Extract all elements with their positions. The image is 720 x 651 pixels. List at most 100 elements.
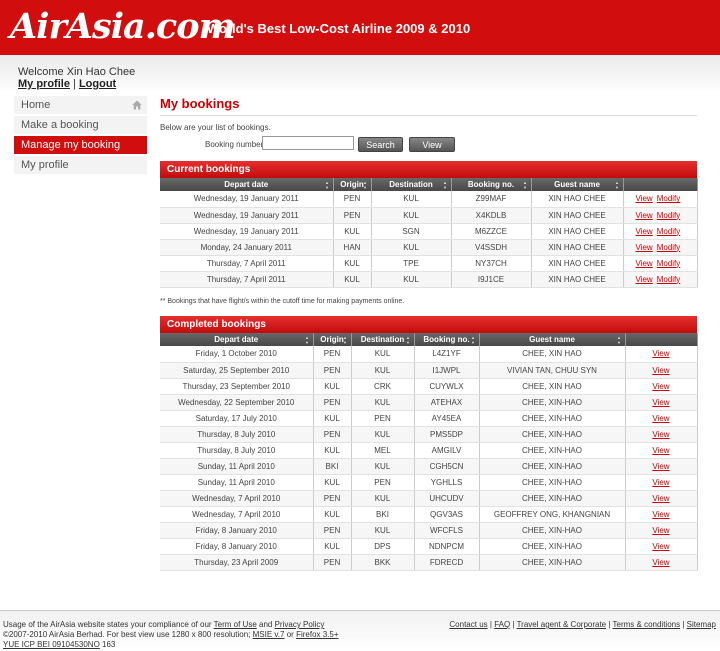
booking-number-cell: Z99MAF <box>451 191 532 208</box>
sort-arrows-icon[interactable]: ▲▼ <box>363 180 368 190</box>
column-header[interactable]: Guest name ▲▼ <box>479 333 626 346</box>
view-link[interactable]: View <box>636 243 653 252</box>
origin-cell: PEN <box>313 554 352 571</box>
sort-arrows-icon[interactable]: ▲▼ <box>443 180 448 190</box>
booking-number-cell: NY37CH <box>451 255 532 272</box>
search-button[interactable]: Search <box>358 137 403 152</box>
view-link[interactable]: View <box>652 398 669 407</box>
firefox-link[interactable]: Firefox 3.5+ <box>296 630 338 639</box>
footer-link-terms[interactable]: Terms & conditions <box>613 620 681 629</box>
booking-number-cell: QGV3AS <box>414 506 480 523</box>
table-row: Wednesday, 22 September 2010 PEN KUL ATEHAX… <box>160 394 698 411</box>
footer-legal: Usage of the AirAsia website states your… <box>3 620 339 650</box>
view-link[interactable]: View <box>636 211 653 220</box>
view-link[interactable]: View <box>652 510 669 519</box>
column-header <box>623 178 698 191</box>
view-link[interactable]: View <box>652 430 669 439</box>
column-header[interactable]: Depart date ▲▼ <box>160 178 334 191</box>
column-header[interactable]: Destination ▲▼ <box>371 178 452 191</box>
sort-arrows-icon[interactable]: ▲▼ <box>305 335 310 345</box>
view-link[interactable]: View <box>636 259 653 268</box>
view-link[interactable]: View <box>652 494 669 503</box>
sort-arrows-icon[interactable]: ▲▼ <box>471 335 476 345</box>
destination-cell: PEN <box>351 410 415 427</box>
sidebar-item-my-profile[interactable]: My profile <box>14 156 147 175</box>
view-link[interactable]: View <box>652 382 669 391</box>
view-link[interactable]: View <box>652 366 669 375</box>
airasia-logo[interactable]: AirAsia.com <box>10 6 236 47</box>
modify-link[interactable]: Modify <box>657 259 681 268</box>
sidebar-item-home[interactable]: Home <box>14 96 147 115</box>
view-link[interactable]: View <box>652 542 669 551</box>
footer-link-sitemap[interactable]: Sitemap <box>687 620 716 629</box>
sidebar-item-make-booking[interactable]: Make a booking <box>14 116 147 135</box>
header-tagline: World's Best Low-Cost Airline 2009 & 201… <box>207 21 471 36</box>
sidebar-item-manage-booking[interactable]: Manage my booking <box>14 136 147 155</box>
view-all-button[interactable]: View All <box>409 137 455 165</box>
modify-link[interactable]: Modify <box>657 275 681 284</box>
sort-arrows-icon[interactable]: ▲▼ <box>617 335 622 345</box>
column-header[interactable]: Guest name ▲▼ <box>531 178 624 191</box>
view-link[interactable]: View <box>652 446 669 455</box>
modify-link[interactable]: Modify <box>657 227 681 236</box>
view-link[interactable]: View <box>652 349 669 358</box>
icp-link[interactable]: YUE ICP BEI 09104530NO <box>3 640 100 649</box>
booking-number-cell: M6ZZCE <box>451 223 532 240</box>
sort-arrows-icon[interactable]: ▲▼ <box>343 335 348 345</box>
msie-link[interactable]: MSIE v.7 <box>253 630 285 639</box>
booking-number-cell: FDRECD <box>414 554 480 571</box>
my-profile-link[interactable]: My profile <box>18 78 70 90</box>
terms-of-use-link[interactable]: Term of Use <box>214 620 257 629</box>
booking-number-input[interactable] <box>262 136 354 150</box>
sort-arrows-icon[interactable]: ▲▼ <box>325 180 330 190</box>
view-link[interactable]: View <box>652 478 669 487</box>
table-row: Saturday, 17 July 2010 KUL PEN AY45EA CHEE, … <box>160 410 698 427</box>
column-header[interactable]: Booking no. ▲▼ <box>451 178 532 191</box>
view-link[interactable]: View <box>652 558 669 567</box>
privacy-policy-link[interactable]: Privacy Policy <box>275 620 325 629</box>
column-header-label: Depart date <box>224 180 269 189</box>
footer-compliance-text: Usage of the AirAsia website states your… <box>3 620 212 629</box>
guest-name-cell: CHEE, XIN-HAO <box>479 490 626 507</box>
column-header[interactable]: Booking no. ▲▼ <box>414 333 480 346</box>
footer-and-text: and <box>259 620 273 629</box>
column-header-label: Destination <box>389 180 433 189</box>
view-link[interactable]: View <box>652 414 669 423</box>
depart-date-cell: Monday, 24 January 2011 <box>160 239 334 256</box>
destination-cell: KUL <box>351 426 415 443</box>
modify-link[interactable]: Modify <box>657 243 681 252</box>
destination-cell: KUL <box>371 271 452 288</box>
sort-arrows-icon[interactable]: ▲▼ <box>406 335 411 345</box>
origin-cell: PEN <box>333 191 372 208</box>
booking-number-cell: YGHLLS <box>414 474 480 491</box>
modify-link[interactable]: Modify <box>657 194 681 203</box>
origin-cell: PEN <box>313 522 352 539</box>
modify-link[interactable]: Modify <box>657 211 681 220</box>
view-link[interactable]: View <box>636 194 653 203</box>
view-link[interactable]: View <box>636 227 653 236</box>
table-row: Wednesday, 7 April 2010 PEN KUL UHCUDV CHEE,… <box>160 490 698 507</box>
intro-text: Below are your list of bookings. <box>160 123 271 132</box>
sort-arrows-icon[interactable]: ▲▼ <box>523 180 528 190</box>
booking-number-label: Booking number <box>205 140 264 149</box>
depart-date-cell: Friday, 8 January 2010 <box>160 538 314 555</box>
row-actions: View <box>625 378 698 395</box>
footer-link-contact-us[interactable]: Contact us <box>449 620 487 629</box>
table-row: Thursday, 7 April 2011 KUL TPE NY37CH XIN HA… <box>160 255 698 272</box>
origin-cell: KUL <box>313 538 352 555</box>
table-row: Wednesday, 7 April 2010 KUL BKI QGV3AS GEOFF… <box>160 506 698 523</box>
column-header[interactable]: Destination ▲▼ <box>351 333 415 346</box>
destination-cell: CRK <box>351 378 415 395</box>
view-link[interactable]: View <box>636 275 653 284</box>
footer-link-travel-agent[interactable]: Travel agent & Corporate <box>517 620 607 629</box>
origin-cell: KUL <box>313 410 352 427</box>
column-header[interactable]: Origin ▲▼ <box>333 178 372 191</box>
view-link[interactable]: View <box>652 462 669 471</box>
guest-name-cell: GEOFFREY ONG, KHANGNIAN <box>479 506 626 523</box>
logout-link[interactable]: Logout <box>79 78 116 90</box>
view-link[interactable]: View <box>652 526 669 535</box>
column-header[interactable]: Depart date ▲▼ <box>160 333 314 346</box>
footer-link-faq[interactable]: FAQ <box>494 620 510 629</box>
sort-arrows-icon[interactable]: ▲▼ <box>615 180 620 190</box>
column-header[interactable]: Origin ▲▼ <box>313 333 352 346</box>
